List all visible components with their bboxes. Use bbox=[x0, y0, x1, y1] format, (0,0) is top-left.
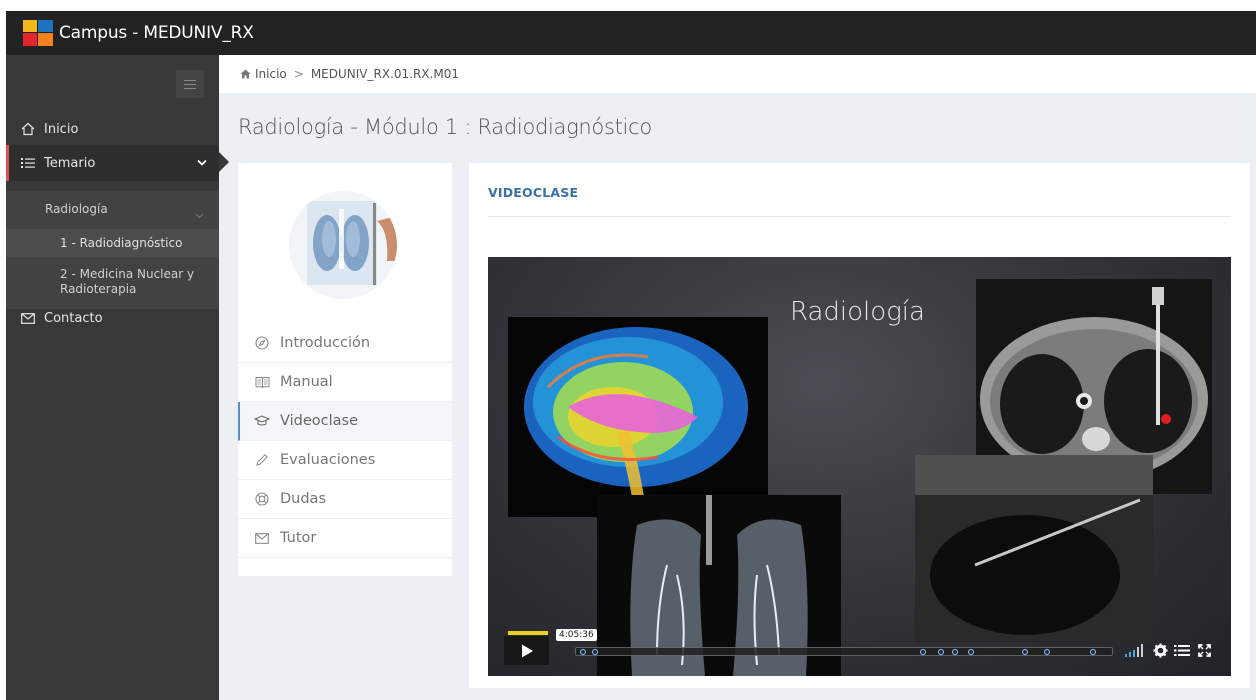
menu-item-label: Evaluaciones bbox=[280, 452, 376, 468]
home-icon bbox=[20, 121, 36, 137]
graduation-cap-icon bbox=[254, 413, 270, 429]
book-icon bbox=[254, 374, 270, 390]
sidebar-item-label: Radioterapia bbox=[60, 282, 137, 296]
play-button[interactable] bbox=[504, 636, 549, 665]
sidebar-item-medicina-nuclear[interactable]: 2 - Medicina Nuclear y Radioterapia bbox=[60, 267, 194, 297]
envelope-icon bbox=[254, 530, 270, 546]
chapter-marker[interactable] bbox=[580, 649, 586, 655]
chapter-marker[interactable] bbox=[1044, 649, 1050, 655]
menu-item-label: Dudas bbox=[280, 491, 326, 507]
chevron-down-icon bbox=[195, 204, 204, 223]
ultrasound-image bbox=[915, 455, 1153, 643]
video-player[interactable]: Radiología 4:05:36 bbox=[488, 257, 1231, 676]
top-bar: Campus - MEDUNIV_RX bbox=[6, 11, 1256, 55]
page-title: Radiología - Módulo 1 : Radiodiagnóstico bbox=[238, 115, 652, 139]
sidebar-item-label: Inicio bbox=[44, 121, 79, 137]
content-panel: VIDEOCLASE Radiología 4:05:36 bbox=[469, 163, 1250, 688]
divider bbox=[488, 216, 1231, 217]
compass-icon bbox=[254, 335, 270, 351]
brand-logo-strip bbox=[508, 631, 548, 635]
menu-item-tutor[interactable]: Tutor bbox=[238, 519, 452, 558]
chevron-down-icon bbox=[197, 156, 207, 171]
lifebuoy-icon bbox=[254, 491, 270, 507]
sidebar-toggle-button[interactable] bbox=[176, 70, 204, 98]
menu-item-label: Manual bbox=[280, 374, 333, 390]
breadcrumb-separator: > bbox=[293, 67, 304, 81]
module-image bbox=[289, 191, 397, 299]
slide-title: Radiología bbox=[790, 297, 925, 327]
home-icon bbox=[240, 69, 251, 79]
sidebar-item-label: Contacto bbox=[44, 310, 103, 326]
menu-item-introduccion[interactable]: Introducción bbox=[238, 324, 452, 363]
progress-bar[interactable]: 4:05:36 bbox=[556, 629, 1113, 656]
chapters-list-icon[interactable] bbox=[1174, 642, 1190, 658]
settings-gear-icon[interactable] bbox=[1152, 642, 1168, 658]
pencil-icon bbox=[254, 452, 270, 468]
brain-tractography-image bbox=[508, 317, 768, 517]
list-icon bbox=[20, 155, 36, 171]
menu-item-dudas[interactable]: Dudas bbox=[238, 480, 452, 519]
mail-icon bbox=[20, 310, 36, 326]
sidebar: Inicio Temario Radiología 1 - Radiodiagn… bbox=[6, 55, 219, 700]
menu-item-label: Tutor bbox=[280, 530, 317, 546]
sidebar-item-inicio[interactable]: Inicio bbox=[6, 119, 219, 139]
sidebar-item-label: 2 - Medicina Nuclear y bbox=[60, 267, 195, 281]
chapter-marker[interactable] bbox=[938, 649, 944, 655]
sidebar-item-temario[interactable]: Temario bbox=[6, 145, 219, 181]
module-menu: Introducción Manual Videoclase Evaluacio… bbox=[238, 324, 452, 558]
sidebar-item-radiologia[interactable]: Radiología bbox=[45, 202, 108, 216]
menu-item-label: Introducción bbox=[280, 335, 371, 351]
breadcrumb-current[interactable]: MEDUNIV_RX.01.RX.M01 bbox=[311, 67, 459, 81]
breadcrumb: Inicio > MEDUNIV_RX.01.RX.M01 bbox=[219, 55, 1256, 93]
fullscreen-icon[interactable] bbox=[1196, 642, 1212, 658]
menu-item-manual[interactable]: Manual bbox=[238, 363, 452, 402]
menu-item-videoclase[interactable]: Videoclase bbox=[238, 402, 452, 441]
app-window: Campus - MEDUNIV_RX Inicio Temario Radio… bbox=[6, 11, 1256, 700]
breadcrumb-home-link[interactable]: Inicio bbox=[255, 67, 287, 81]
sidebar-item-contacto[interactable]: Contacto bbox=[6, 308, 219, 328]
chapter-marker[interactable] bbox=[952, 649, 958, 655]
time-tooltip: 4:05:36 bbox=[556, 629, 597, 641]
sidebar-item-label: Temario bbox=[44, 155, 96, 171]
section-title: VIDEOCLASE bbox=[488, 185, 579, 200]
chapter-marker[interactable] bbox=[1022, 649, 1028, 655]
app-title[interactable]: Campus - MEDUNIV_RX bbox=[59, 23, 254, 43]
chapter-marker[interactable] bbox=[592, 649, 598, 655]
chapter-marker[interactable] bbox=[920, 649, 926, 655]
campus-logo[interactable] bbox=[23, 20, 53, 46]
menu-item-label: Videoclase bbox=[280, 413, 358, 429]
sidebar-active-pointer bbox=[219, 152, 229, 172]
module-menu-panel: Introducción Manual Videoclase Evaluacio… bbox=[238, 163, 452, 576]
sidebar-subgroup: Radiología 1 - Radiodiagnóstico 2 - Medi… bbox=[6, 191, 219, 309]
chapter-marker[interactable] bbox=[968, 649, 974, 655]
menu-item-evaluaciones[interactable]: Evaluaciones bbox=[238, 441, 452, 480]
video-controls: 4:05:36 bbox=[488, 629, 1231, 676]
volume-icon[interactable] bbox=[1125, 643, 1147, 657]
sidebar-item-label: 1 - Radiodiagnóstico bbox=[60, 236, 183, 250]
chapter-marker[interactable] bbox=[1090, 649, 1096, 655]
sidebar-item-radiodiagnostico[interactable]: 1 - Radiodiagnóstico bbox=[6, 229, 219, 257]
